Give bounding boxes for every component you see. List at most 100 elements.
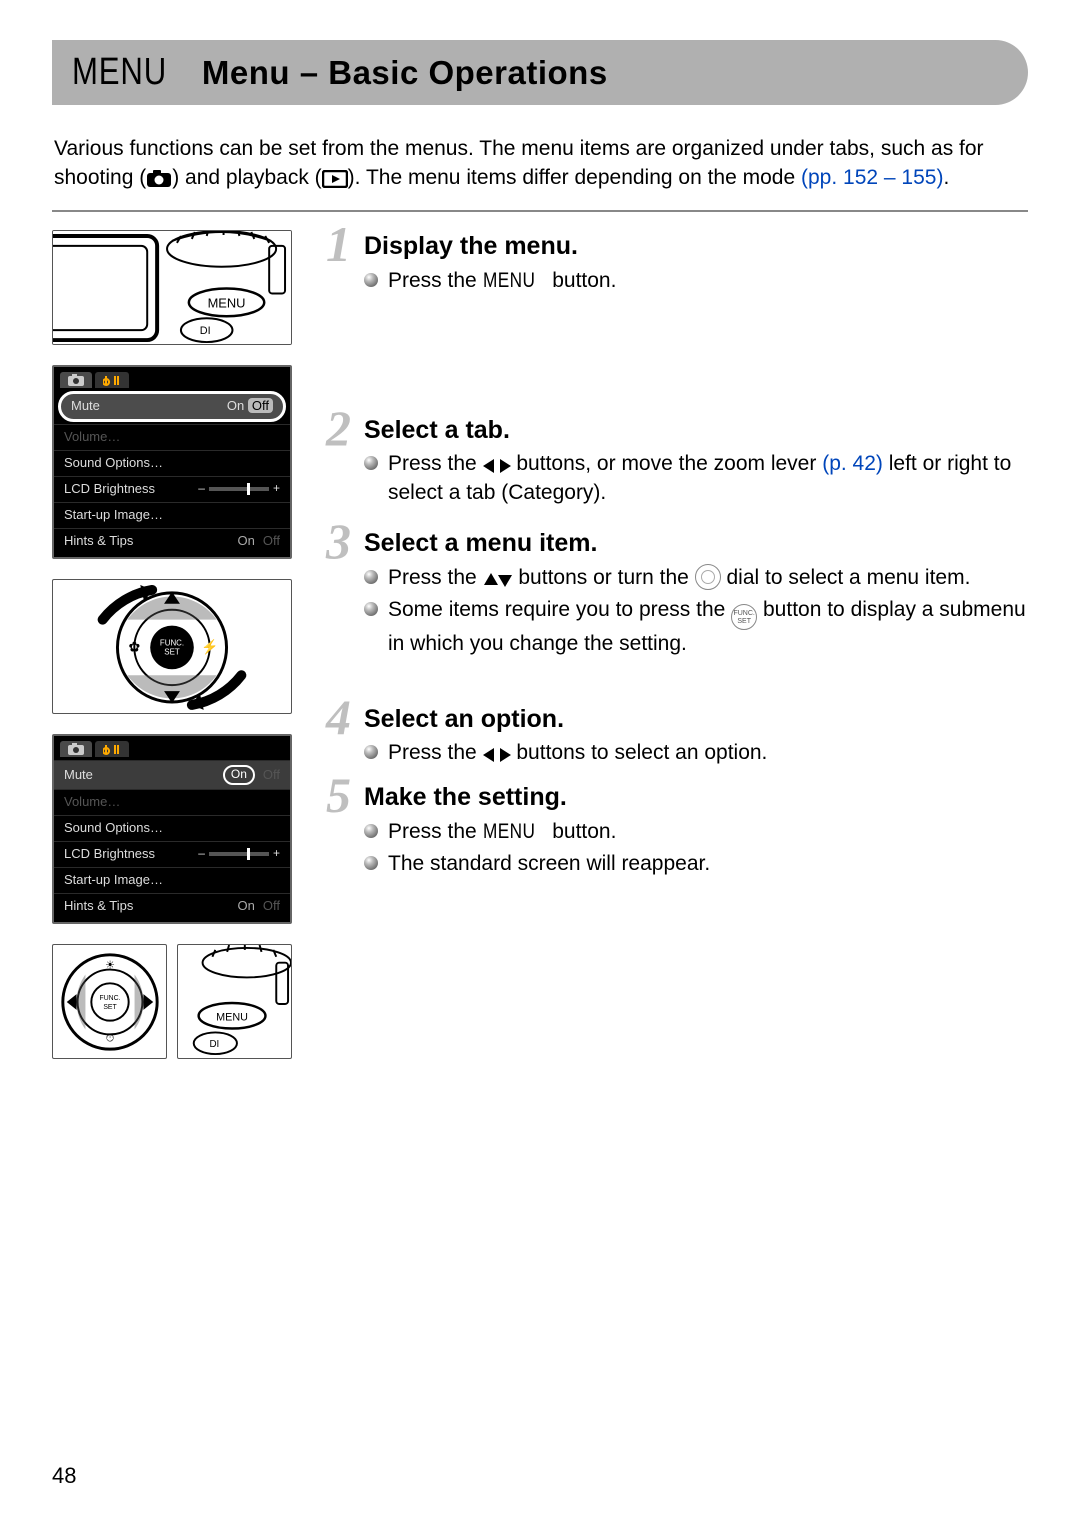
step-2: 2 Select a tab. Press the buttons, or mo… [332, 414, 1028, 507]
func-set-icon: FUNC.SET [731, 604, 757, 630]
lcd-row-brightness: LCD Brightness –+ [54, 841, 290, 867]
svg-text:⏱: ⏱ [106, 1033, 114, 1045]
svg-text:SET: SET [103, 1004, 117, 1011]
lcd-value-on: On [238, 533, 255, 550]
bullet-text-pre: Press the [388, 269, 483, 292]
svg-text:⚡: ⚡ [201, 639, 218, 656]
lcd-row-label: LCD Brightness [64, 846, 155, 863]
left-right-arrows-icon [483, 747, 511, 763]
step-heading: Display the menu. [364, 230, 1028, 263]
illus-lcd-menu-option: Mute On Off Volume… Sound Options… LCD B… [52, 734, 292, 924]
menu-word-inline: MENU [483, 267, 535, 295]
bullet-text-pre: Press the [388, 820, 483, 843]
lcd-value-off-dim: Off [263, 767, 280, 784]
step-3: 3 Select a menu item. Press the buttons … [332, 527, 1028, 659]
svg-text:MENU: MENU [208, 295, 246, 310]
svg-text:FUNC.: FUNC. [160, 639, 184, 648]
intro-period: . [943, 166, 949, 189]
step-number-2: 2 [326, 403, 351, 453]
camera-icon [146, 170, 172, 188]
page-number: 48 [52, 1462, 76, 1491]
lcd-row-hints: Hints & Tips OnOff [54, 893, 290, 919]
step-heading: Select a tab. [364, 414, 1028, 447]
bullet-text-post: button. [546, 820, 616, 843]
svg-text:DI: DI [200, 325, 211, 337]
illustration-column: MENU DI Mute On Off [52, 230, 302, 1059]
intro-text-3: ). The menu items differ depending on th… [348, 166, 801, 189]
lcd-row-mute-selected: Mute On Off [54, 760, 290, 789]
up-down-arrows-icon [483, 572, 513, 588]
intro-paragraph: Various functions can be set from the me… [54, 135, 1026, 192]
step-5: 5 Make the setting. Press the MENU butto… [332, 781, 1028, 878]
lcd-value-off-dim: Off [263, 533, 280, 550]
lcd-tab-tools [95, 741, 129, 757]
lcd-row-label: LCD Brightness [64, 481, 155, 498]
bullet-icon [364, 856, 378, 870]
step-number-1: 1 [326, 219, 351, 269]
step-heading: Select a menu item. [364, 527, 1028, 560]
bullet-text-post: buttons to select an option. [511, 741, 768, 764]
lcd-row-label: Hints & Tips [64, 898, 133, 915]
svg-text:MENU: MENU [216, 1012, 248, 1024]
func-top-label: FUNC. [733, 610, 754, 617]
lcd-value-off-selected: Off [248, 398, 273, 413]
step-bullet: Press the buttons to select an option. [364, 739, 1028, 767]
bullet-text-pre: The standard screen will reappear. [388, 850, 710, 878]
svg-text:SET: SET [164, 648, 180, 657]
bullet-icon [364, 570, 378, 584]
illus-camera-menu-button: MENU DI [52, 230, 292, 345]
bullet-icon [364, 602, 378, 616]
lcd-row-label: Volume… [64, 794, 120, 811]
lcd-tab-camera [60, 372, 92, 388]
illus-dpad-leftright: FUNC. SET ☀ ⏱ [52, 944, 167, 1059]
step-bullet: Press the buttons or turn the dial to se… [364, 564, 1028, 592]
lcd-row-volume: Volume… [54, 424, 290, 450]
title-menu-word: MENU [72, 48, 167, 97]
step-number-4: 4 [326, 692, 351, 742]
title-main-text: Menu – Basic Operations [202, 52, 608, 95]
bullet-icon [364, 456, 378, 470]
lcd-row-label: Sound Options… [64, 455, 163, 472]
step-bullet: Some items require you to press the FUNC… [364, 596, 1028, 659]
bullet-text-post: button. [546, 269, 616, 292]
control-dial-icon [695, 564, 721, 590]
step-number-5: 5 [326, 770, 351, 820]
section-divider [52, 210, 1028, 212]
lcd-tab-camera [60, 741, 92, 757]
svg-text:DI: DI [209, 1040, 219, 1051]
bullet-icon [364, 745, 378, 759]
bullet-text-pre: Press the [388, 452, 483, 475]
page-ref-link[interactable]: (p. 42) [822, 452, 883, 475]
playback-icon [322, 170, 348, 188]
step-4: 4 Select an option. Press the buttons to… [332, 703, 1028, 768]
step-number-3: 3 [326, 516, 351, 566]
step-heading: Select an option. [364, 703, 1028, 736]
bullet-text-pre: Some items require you to press the [388, 598, 731, 621]
lcd-row-volume: Volume… [54, 789, 290, 815]
illus-dpad-updown: FUNC. SET ✿ ⚡ [52, 579, 292, 714]
lcd-value-on-pill: On [223, 765, 255, 785]
page-ref-dash: – [878, 166, 901, 189]
illus-camera-menu-button-small: MENU DI [177, 944, 292, 1059]
bullet-text-pre: Press the [388, 741, 483, 764]
step-heading: Make the setting. [364, 781, 1028, 814]
bullet-icon [364, 273, 378, 287]
step-1: 1 Display the menu. Press the MENU butto… [332, 230, 1028, 295]
lcd-tab-row [54, 741, 290, 760]
step-bullet: Press the buttons, or move the zoom leve… [364, 450, 1028, 507]
left-right-arrows-icon [483, 458, 511, 474]
lcd-tab-tools [95, 372, 129, 388]
svg-text:✿: ✿ [128, 639, 140, 655]
page-ref-close: 155) [901, 166, 943, 189]
bullet-icon [364, 824, 378, 838]
lcd-tab-row [54, 372, 290, 391]
svg-text:FUNC.: FUNC. [100, 995, 121, 1002]
step-bullet: Press the MENU button. [364, 267, 1028, 295]
lcd-row-label: Mute [71, 398, 100, 415]
lcd-row-label: Start-up Image… [64, 507, 163, 524]
lcd-value-on: On [227, 398, 244, 413]
lcd-row-label: Hints & Tips [64, 533, 133, 550]
lcd-value-on: On [238, 898, 255, 915]
page-ref-link[interactable]: (pp. 152 – 155) [801, 166, 943, 189]
intro-text-2: ) and playback ( [172, 166, 321, 189]
